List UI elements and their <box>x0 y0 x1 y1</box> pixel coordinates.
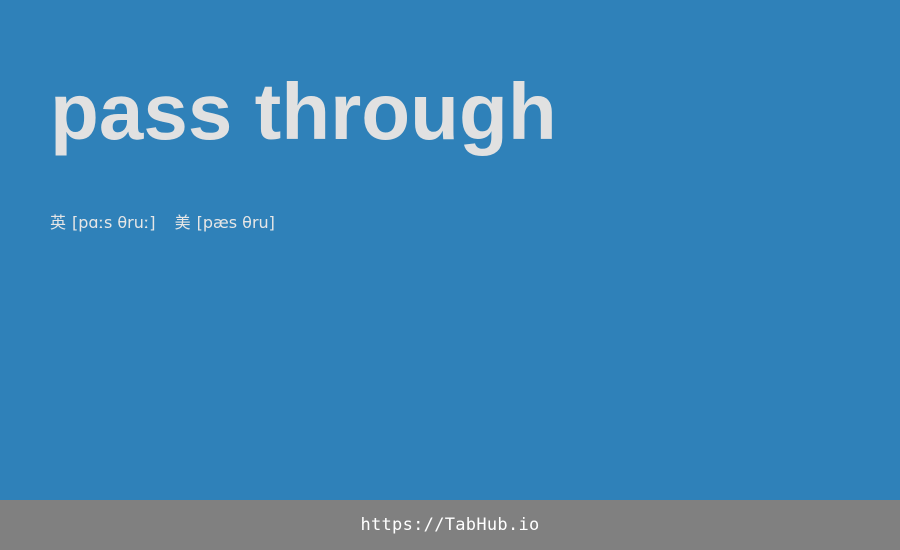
uk-label: 英 <box>50 213 67 232</box>
us-pronunciation: 美 [pæs θru] <box>175 212 275 234</box>
us-label: 美 <box>174 213 191 232</box>
uk-pronunciation: 英 [pɑːs θruː] <box>50 212 156 234</box>
us-ipa: [pæs θru] <box>196 213 275 232</box>
word-card: pass through 英 [pɑːs θruː] 美 [pæs θru] <box>0 0 900 500</box>
site-link[interactable]: https://TabHub.io <box>360 515 539 535</box>
uk-ipa: [pɑːs θruː] <box>72 213 156 232</box>
headword: pass through <box>50 67 557 156</box>
footer-bar: https://TabHub.io <box>0 500 900 550</box>
pronunciation-row: 英 [pɑːs θruː] 美 [pæs θru] <box>50 212 275 234</box>
